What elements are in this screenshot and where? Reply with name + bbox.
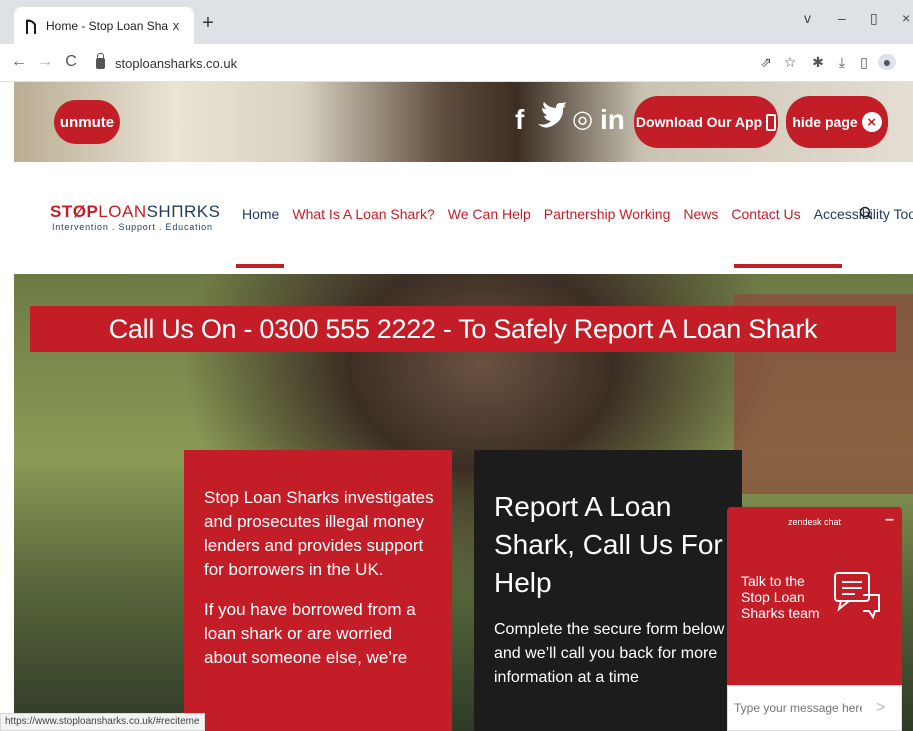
sidepanel-icon[interactable]: ▯ (856, 54, 872, 71)
chat-minimize-button[interactable]: – (885, 511, 894, 529)
nav-item-what-is-a-loan-shark[interactable]: What Is A Loan Shark? (292, 206, 434, 222)
chat-message-input[interactable] (734, 701, 862, 715)
browser-tab-bar: Home - Stop Loan Sharks x + v – ▯ × (0, 0, 913, 44)
intro-paragraph-1: Stop Loan Sharks investigates and prosec… (204, 488, 434, 579)
browser-tab[interactable]: Home - Stop Loan Sharks x (14, 7, 194, 44)
logo-text-sharks: SHΠRKS (146, 202, 221, 221)
address-bar: ← → C stoploansharks.co.uk ⇗ ☆ ✱ ⤓ ▯ ● (0, 44, 913, 82)
site-header: STØPLOANSHΠRKS Intervention . Support . … (14, 162, 913, 274)
instagram-icon[interactable]: ◎ (572, 102, 593, 138)
close-window-icon[interactable]: × (902, 10, 910, 26)
tab-close-icon[interactable]: x (168, 18, 184, 33)
nav-item-we-can-help[interactable]: We Can Help (448, 206, 531, 222)
facebook-icon[interactable]: f (515, 102, 524, 138)
nav-item-partnership-working[interactable]: Partnership Working (544, 206, 671, 222)
url-text: stoploansharks.co.uk (115, 55, 238, 71)
report-card: Report A Loan Shark, Call Us For Help Co… (474, 450, 742, 731)
logo-tagline: Intervention . Support . Education (52, 222, 213, 232)
home-active-indicator (236, 264, 284, 268)
chat-greeting: Talk to the Stop Loan Sharks team (741, 573, 820, 621)
intro-card: Stop Loan Sharks investigates and prosec… (184, 450, 452, 731)
minimize-icon[interactable]: – (838, 10, 846, 26)
status-bar-url: https://www.stoploansharks.co.uk/#recite… (0, 713, 205, 731)
close-circle-icon: × (861, 112, 882, 132)
phone-icon (766, 113, 777, 131)
main-nav: Home What Is A Loan Shark? We Can Help P… (242, 206, 913, 222)
forward-icon[interactable]: → (36, 53, 54, 71)
chat-header-title: zendesk chat (787, 517, 842, 527)
web-page: unmute f ◎ in Download Our App hide page… (14, 82, 913, 731)
restore-icon[interactable]: ▯ (870, 10, 878, 27)
site-logo[interactable]: STØPLOANSHΠRKS (50, 202, 220, 222)
back-icon[interactable]: ← (10, 53, 28, 71)
search-icon[interactable] (859, 206, 873, 220)
accessibility-active-indicator (734, 264, 842, 268)
logo-text-stop: STØP (50, 202, 99, 221)
download-icon[interactable]: ⤓ (834, 54, 850, 71)
chat-widget: zendesk chat – Talk to the Stop Loan Sha… (727, 507, 902, 731)
send-icon[interactable]: > (876, 699, 885, 717)
nav-item-news[interactable]: News (683, 206, 718, 222)
lock-icon (96, 52, 105, 69)
share-icon[interactable]: ⇗ (758, 54, 774, 71)
download-app-label: Download Our App (635, 114, 763, 130)
unmute-button[interactable]: unmute (54, 100, 120, 144)
tab-title: Home - Stop Loan Sharks (46, 18, 168, 33)
profile-avatar-icon[interactable]: ● (878, 54, 896, 70)
bookmark-star-icon[interactable]: ☆ (782, 54, 798, 71)
hide-page-label: hide page (792, 114, 858, 130)
nav-item-home[interactable]: Home (242, 206, 279, 222)
chat-input-row: > (727, 685, 902, 731)
intro-paragraph-2: If you have borrowed from a loan shark o… (204, 600, 416, 667)
site-favicon-icon (26, 19, 36, 34)
linkedin-icon[interactable]: in (600, 102, 625, 138)
reload-icon[interactable]: C (62, 53, 80, 71)
url-field[interactable]: stoploansharks.co.uk (96, 49, 776, 77)
chat-bubble-icon (834, 572, 880, 620)
new-tab-button[interactable]: + (197, 12, 219, 35)
report-card-heading: Report A Loan Shark, Call Us For Help (494, 491, 723, 598)
call-us-banner[interactable]: Call Us On - 0300 555 2222 - To Safely R… (30, 306, 896, 352)
download-app-button[interactable]: Download Our App (634, 96, 778, 148)
tab-search-icon[interactable]: v (804, 10, 811, 26)
nav-item-contact-us[interactable]: Contact Us (731, 206, 800, 222)
logo-text-loan: LOAN (98, 202, 147, 221)
twitter-icon[interactable] (536, 102, 566, 139)
hide-page-button[interactable]: hide page × (786, 96, 888, 148)
extensions-icon[interactable]: ✱ (810, 54, 826, 71)
top-video-banner: unmute f ◎ in Download Our App hide page… (14, 82, 913, 162)
report-card-text: Complete the secure form below and we’ll… (494, 621, 725, 686)
